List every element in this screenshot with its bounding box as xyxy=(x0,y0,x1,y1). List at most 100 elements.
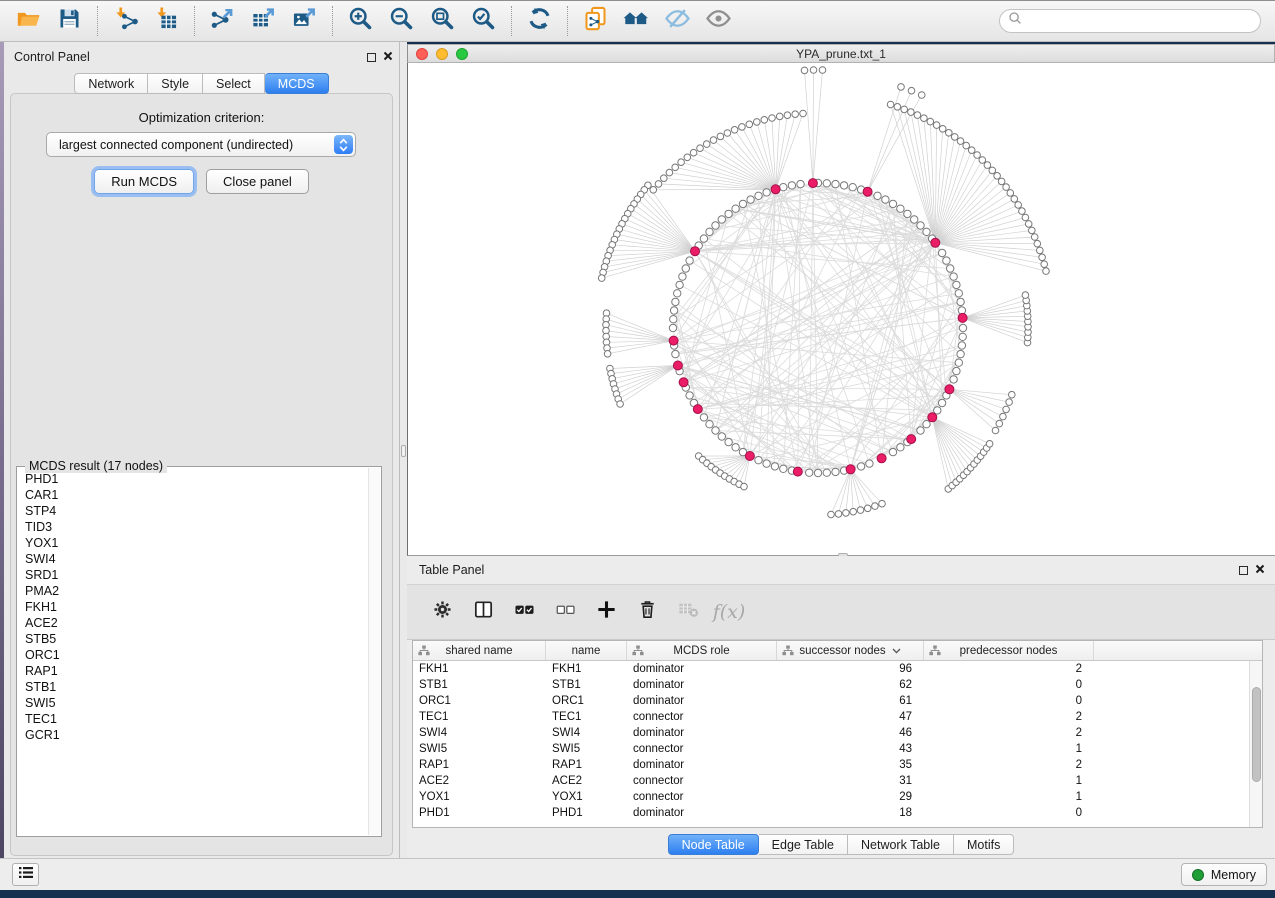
cell-successor-nodes: 29 xyxy=(777,791,924,803)
result-node-item[interactable]: TID3 xyxy=(25,519,367,535)
mcds-result-box: MCDS result (17 nodes) PHD1CAR1STP4TID3Y… xyxy=(16,466,382,837)
hide-selected-eye-button[interactable] xyxy=(657,4,698,38)
result-node-item[interactable]: YOX1 xyxy=(25,535,367,551)
table-row[interactable]: ACE2ACE2connector311 xyxy=(413,773,1262,789)
zoom-fit-button[interactable] xyxy=(422,4,463,38)
network-canvas[interactable] xyxy=(407,63,1275,556)
cell-successor-nodes: 62 xyxy=(777,679,924,691)
neighbors-houses-button[interactable] xyxy=(616,4,657,38)
table-row[interactable]: YOX1YOX1connector291 xyxy=(413,789,1262,805)
export-network-icon xyxy=(209,5,236,37)
column-header-label: shared name xyxy=(445,645,512,657)
tab-network-table[interactable]: Network Table xyxy=(848,834,954,855)
tab-mcds[interactable]: MCDS xyxy=(265,73,329,94)
export-table-button[interactable] xyxy=(243,4,284,38)
table-row[interactable]: STB1STB1dominator620 xyxy=(413,677,1262,693)
run-mcds-button[interactable]: Run MCDS xyxy=(94,169,194,194)
table-scrollbar[interactable] xyxy=(1249,661,1262,827)
table-row[interactable]: SWI5SWI5connector431 xyxy=(413,741,1262,757)
float-panel-icon[interactable] xyxy=(367,53,376,62)
status-bar: Memory xyxy=(0,858,1275,890)
add-row-icon xyxy=(595,598,618,626)
save-session-icon xyxy=(56,5,83,37)
result-node-item[interactable]: ORC1 xyxy=(25,647,367,663)
cell-predecessor-nodes: 0 xyxy=(924,695,1094,707)
table-row[interactable]: PHD1PHD1dominator180 xyxy=(413,805,1262,821)
network-window-titlebar[interactable]: YPA_prune.txt_1 xyxy=(407,44,1275,63)
zoom-out-button[interactable] xyxy=(381,4,422,38)
table-row[interactable]: TEC1TEC1connector472 xyxy=(413,709,1262,725)
result-node-item[interactable]: SWI4 xyxy=(25,551,367,567)
table-scrollbar-thumb[interactable] xyxy=(1252,687,1261,782)
column-header-shared-name[interactable]: shared name xyxy=(413,641,546,660)
table-row[interactable]: FKH1FKH1dominator962 xyxy=(413,661,1262,677)
tab-node-table[interactable]: Node Table xyxy=(668,834,759,855)
cell-mcds-role: connector xyxy=(627,791,777,803)
float-table-panel-icon[interactable] xyxy=(1239,566,1248,575)
cell-predecessor-nodes: 2 xyxy=(924,727,1094,739)
result-node-item[interactable]: STB5 xyxy=(25,631,367,647)
result-node-item[interactable]: CAR1 xyxy=(25,487,367,503)
dropdown-stepper-icon xyxy=(334,135,353,154)
search-input[interactable] xyxy=(1023,12,1260,30)
search-box[interactable] xyxy=(999,9,1261,33)
mcds-result-list[interactable]: PHD1CAR1STP4TID3YOX1SWI4SRD1PMA2FKH1ACE2… xyxy=(25,471,367,834)
add-row-button[interactable] xyxy=(593,599,619,625)
zoom-selected-button[interactable] xyxy=(463,4,504,38)
result-node-item[interactable]: GCR1 xyxy=(25,727,367,743)
result-node-item[interactable]: STP4 xyxy=(25,503,367,519)
mcds-tab-panel: Optimization criterion: largest connecte… xyxy=(10,93,393,856)
cell-mcds-role: dominator xyxy=(627,807,777,819)
import-network-button[interactable] xyxy=(105,4,146,38)
show-all-eye-button[interactable] xyxy=(698,4,739,38)
show-columns-button[interactable] xyxy=(470,599,496,625)
save-session-button[interactable] xyxy=(49,4,90,38)
table-row[interactable]: RAP1RAP1dominator352 xyxy=(413,757,1262,773)
column-header-mcds-role[interactable]: MCDS role xyxy=(627,641,777,660)
result-node-item[interactable]: STB1 xyxy=(25,679,367,695)
tab-network[interactable]: Network xyxy=(74,73,148,94)
result-node-item[interactable]: SRD1 xyxy=(25,567,367,583)
cell-name: STB1 xyxy=(546,679,627,691)
memory-button[interactable]: Memory xyxy=(1181,863,1267,886)
select-all-button[interactable] xyxy=(511,599,537,625)
tab-select[interactable]: Select xyxy=(203,73,265,94)
close-panel-button[interactable]: Close panel xyxy=(206,169,309,194)
column-header-successor-nodes[interactable]: successor nodes xyxy=(777,641,924,660)
result-node-item[interactable]: SWI5 xyxy=(25,695,367,711)
tab-style[interactable]: Style xyxy=(148,73,203,94)
cell-name: RAP1 xyxy=(546,759,627,771)
tab-motifs[interactable]: Motifs xyxy=(954,834,1014,855)
close-panel-icon[interactable] xyxy=(383,48,393,66)
import-table-button[interactable] xyxy=(146,4,187,38)
delete-rows-button[interactable] xyxy=(634,599,660,625)
task-history-button[interactable] xyxy=(12,863,39,886)
result-node-item[interactable]: PHD1 xyxy=(25,471,367,487)
export-network-button[interactable] xyxy=(202,4,243,38)
table-row[interactable]: ORC1ORC1dominator610 xyxy=(413,693,1262,709)
zoom-in-button[interactable] xyxy=(340,4,381,38)
close-table-panel-icon[interactable] xyxy=(1255,561,1265,579)
column-header-name[interactable]: name xyxy=(546,641,627,660)
column-header-predecessor-nodes[interactable]: predecessor nodes xyxy=(924,641,1094,660)
cell-predecessor-nodes: 2 xyxy=(924,759,1094,771)
deselect-all-button[interactable] xyxy=(552,599,578,625)
table-settings-button[interactable] xyxy=(429,599,455,625)
split-divider-vertical[interactable] xyxy=(400,42,407,858)
criterion-dropdown[interactable]: largest connected component (undirected) xyxy=(46,132,356,157)
export-image-button[interactable] xyxy=(284,4,325,38)
result-node-item[interactable]: RAP1 xyxy=(25,663,367,679)
table-row[interactable]: SWI4SWI4dominator462 xyxy=(413,725,1262,741)
divider-grip-icon[interactable] xyxy=(401,445,406,457)
result-node-item[interactable]: TEC1 xyxy=(25,711,367,727)
refresh-network-button[interactable] xyxy=(519,4,560,38)
result-node-item[interactable]: ACE2 xyxy=(25,615,367,631)
open-session-button[interactable] xyxy=(8,4,49,38)
clone-network-button[interactable] xyxy=(575,4,616,38)
result-node-item[interactable]: PMA2 xyxy=(25,583,367,599)
cell-successor-nodes: 47 xyxy=(777,711,924,723)
result-scrollbar[interactable] xyxy=(368,468,380,835)
result-node-item[interactable]: FKH1 xyxy=(25,599,367,615)
tab-edge-table[interactable]: Edge Table xyxy=(759,834,848,855)
sort-chevron-icon[interactable] xyxy=(892,648,901,654)
